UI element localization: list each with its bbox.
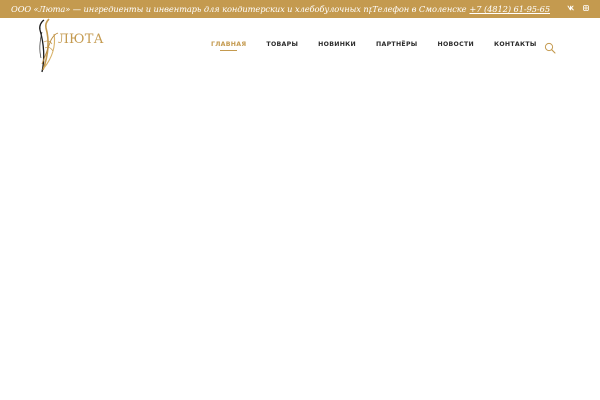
- company-tagline: ООО «Люта» — ингредиенты и инвентарь для…: [11, 4, 372, 14]
- phone-label: Телефон в Смоленске: [372, 4, 467, 14]
- main-navigation: Главная Товары Новинки Партнёры Новости …: [211, 41, 557, 51]
- search-icon[interactable]: [544, 39, 556, 54]
- nav-item-partners[interactable]: Партнёры: [376, 41, 417, 48]
- top-info-bar: ООО «Люта» — ингредиенты и инвентарь для…: [0, 0, 600, 18]
- vk-icon[interactable]: [567, 5, 575, 13]
- page-content-area: [0, 74, 600, 400]
- nav-item-news[interactable]: Новости: [438, 41, 474, 48]
- nav-item-home[interactable]: Главная: [211, 41, 246, 51]
- nav-item-new[interactable]: Новинки: [318, 41, 356, 48]
- site-logo[interactable]: ЛЮТА: [36, 18, 116, 74]
- nav-item-contacts[interactable]: Контакты: [494, 41, 537, 48]
- phone-number-link[interactable]: +7 (4812) 61-95-65: [469, 4, 550, 14]
- site-header: ЛЮТА Главная Товары Новинки Партнёры Нов…: [0, 18, 600, 74]
- instagram-icon[interactable]: [583, 5, 589, 13]
- contact-area: Телефон в Смоленске +7 (4812) 61-95-65: [372, 4, 589, 14]
- nav-item-products[interactable]: Товары: [266, 41, 298, 48]
- logo-text: ЛЮТА: [58, 32, 104, 47]
